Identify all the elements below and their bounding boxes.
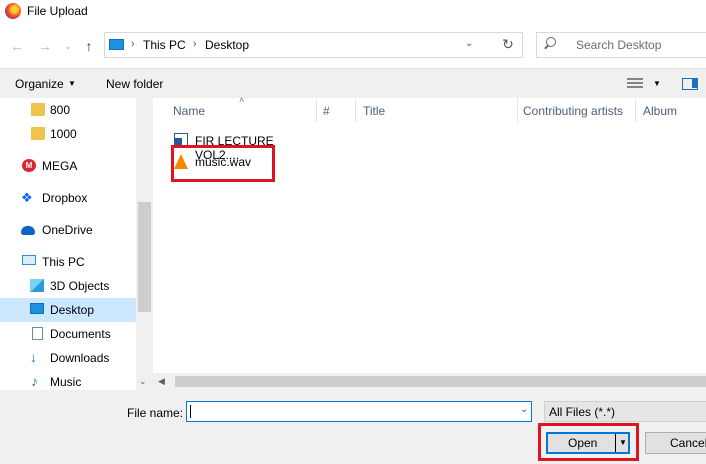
nav-item-downloads[interactable]: ↓ Downloads bbox=[0, 346, 136, 370]
nav-item-label: Documents bbox=[50, 327, 111, 341]
breadcrumb-desktop[interactable]: Desktop bbox=[205, 38, 249, 52]
onedrive-icon bbox=[21, 226, 35, 235]
navigation-pane: 800 1000 M MEGA ❖ Dropbox OneDrive This … bbox=[0, 98, 153, 390]
music-icon: ♪ bbox=[31, 373, 38, 389]
nav-item-label: OneDrive bbox=[42, 223, 93, 237]
annotation-highlight-box bbox=[171, 145, 275, 182]
folder-icon bbox=[31, 127, 45, 140]
file-list: ˄ Name # Title Contributing artists Albu… bbox=[153, 95, 706, 390]
nav-item-label: 3D Objects bbox=[50, 279, 110, 293]
column-header-contributing-artists[interactable]: Contributing artists bbox=[523, 104, 623, 118]
dialog-footer: File name: ⌄ All Files (*.*) Open ▼ Canc… bbox=[0, 390, 706, 464]
recent-locations-chevron-icon[interactable]: ⌄ bbox=[62, 37, 74, 55]
nav-item-mega[interactable]: M MEGA bbox=[0, 154, 136, 178]
chevron-down-icon[interactable]: ⌄ bbox=[520, 404, 528, 415]
column-divider[interactable] bbox=[355, 98, 356, 122]
new-folder-button[interactable]: New folder bbox=[106, 77, 163, 91]
preview-pane-icon[interactable] bbox=[682, 78, 698, 90]
caret-down-icon[interactable]: ▼ bbox=[68, 79, 76, 88]
computer-icon bbox=[22, 255, 36, 265]
nav-item-label: This PC bbox=[42, 255, 85, 269]
title-bar: File Upload bbox=[0, 0, 706, 24]
cube-icon bbox=[30, 279, 44, 292]
cancel-button[interactable]: Cancel bbox=[645, 432, 706, 454]
text-caret bbox=[190, 405, 191, 418]
nav-item-this-pc[interactable]: This PC bbox=[0, 250, 136, 274]
nav-item-label: 800 bbox=[50, 103, 71, 117]
preview-pane-icon-fill bbox=[692, 79, 697, 88]
scroll-left-icon[interactable]: ◀ bbox=[158, 376, 165, 387]
navigation-bar: ← → ⌄ ↑ › This PC › Desktop ⌄ ↻ Search D… bbox=[0, 24, 706, 68]
scrollbar-thumb[interactable] bbox=[138, 202, 151, 312]
chevron-right-icon[interactable]: › bbox=[131, 38, 135, 50]
file-name-label: File name: bbox=[127, 406, 184, 420]
chevron-down-icon[interactable]: ⌄ bbox=[465, 38, 473, 49]
firefox-icon bbox=[5, 3, 21, 19]
dropbox-icon: ❖ bbox=[21, 190, 33, 205]
nav-item-label: MEGA bbox=[42, 159, 78, 173]
nav-item-documents[interactable]: Documents bbox=[0, 322, 136, 346]
back-button[interactable]: ← bbox=[8, 37, 26, 55]
search-placeholder: Search Desktop bbox=[576, 38, 662, 52]
details-view-icon[interactable] bbox=[627, 78, 643, 90]
sort-ascending-icon: ˄ bbox=[239, 95, 245, 105]
nav-pane-scrollbar[interactable]: ⌄ bbox=[136, 98, 153, 390]
column-divider[interactable] bbox=[517, 98, 518, 122]
command-toolbar: Organize ▼ New folder ▼ bbox=[0, 68, 706, 98]
nav-item-1000[interactable]: 1000 bbox=[0, 122, 136, 146]
forward-button[interactable]: → bbox=[36, 37, 54, 55]
file-name-input[interactable]: ⌄ bbox=[186, 401, 532, 422]
download-icon: ↓ bbox=[30, 349, 37, 365]
nav-item-desktop[interactable]: Desktop bbox=[0, 298, 136, 322]
nav-item-800[interactable]: 800 bbox=[0, 98, 136, 122]
monitor-icon bbox=[109, 39, 124, 50]
column-header-number[interactable]: # bbox=[323, 104, 330, 118]
nav-item-onedrive[interactable]: OneDrive bbox=[0, 218, 136, 242]
window-title: File Upload bbox=[27, 4, 88, 18]
file-type-filter[interactable]: All Files (*.*) bbox=[544, 401, 706, 422]
file-type-filter-value: All Files (*.*) bbox=[549, 405, 616, 419]
column-header-title[interactable]: Title bbox=[363, 104, 385, 118]
mega-icon: M bbox=[22, 159, 36, 172]
search-input[interactable]: Search Desktop bbox=[536, 32, 706, 58]
caret-down-icon[interactable]: ▼ bbox=[653, 79, 661, 88]
monitor-icon bbox=[30, 303, 44, 314]
nav-item-label: Desktop bbox=[50, 303, 95, 317]
nav-item-label: Music bbox=[50, 375, 82, 389]
chevron-right-icon[interactable]: › bbox=[193, 38, 197, 50]
search-icon-handle bbox=[544, 44, 549, 50]
horizontal-scrollbar[interactable]: ◀ bbox=[153, 373, 706, 390]
folder-icon bbox=[31, 103, 45, 116]
breadcrumb-this-pc[interactable]: This PC bbox=[143, 38, 186, 52]
nav-item-label: 1000 bbox=[50, 127, 77, 141]
column-divider[interactable] bbox=[635, 98, 636, 122]
refresh-icon[interactable]: ↻ bbox=[498, 36, 518, 54]
up-arrow-icon[interactable]: ↑ bbox=[80, 37, 98, 55]
column-header-album[interactable]: Album bbox=[643, 104, 677, 118]
nav-item-label: Dropbox bbox=[42, 191, 88, 205]
column-divider[interactable] bbox=[316, 98, 317, 122]
annotation-highlight-box bbox=[538, 423, 639, 461]
scroll-down-icon[interactable]: ⌄ bbox=[139, 376, 147, 387]
scrollbar-thumb[interactable] bbox=[175, 376, 706, 387]
nav-item-label: Downloads bbox=[50, 351, 110, 365]
organize-button[interactable]: Organize bbox=[15, 77, 64, 91]
cancel-button-label: Cancel bbox=[670, 436, 706, 450]
address-bar[interactable]: › This PC › Desktop ⌄ ↻ bbox=[104, 32, 523, 58]
nav-item-3d-objects[interactable]: 3D Objects bbox=[0, 274, 136, 298]
column-header-name[interactable]: Name bbox=[173, 104, 205, 118]
document-icon bbox=[32, 327, 43, 340]
nav-item-dropbox[interactable]: ❖ Dropbox bbox=[0, 186, 136, 210]
